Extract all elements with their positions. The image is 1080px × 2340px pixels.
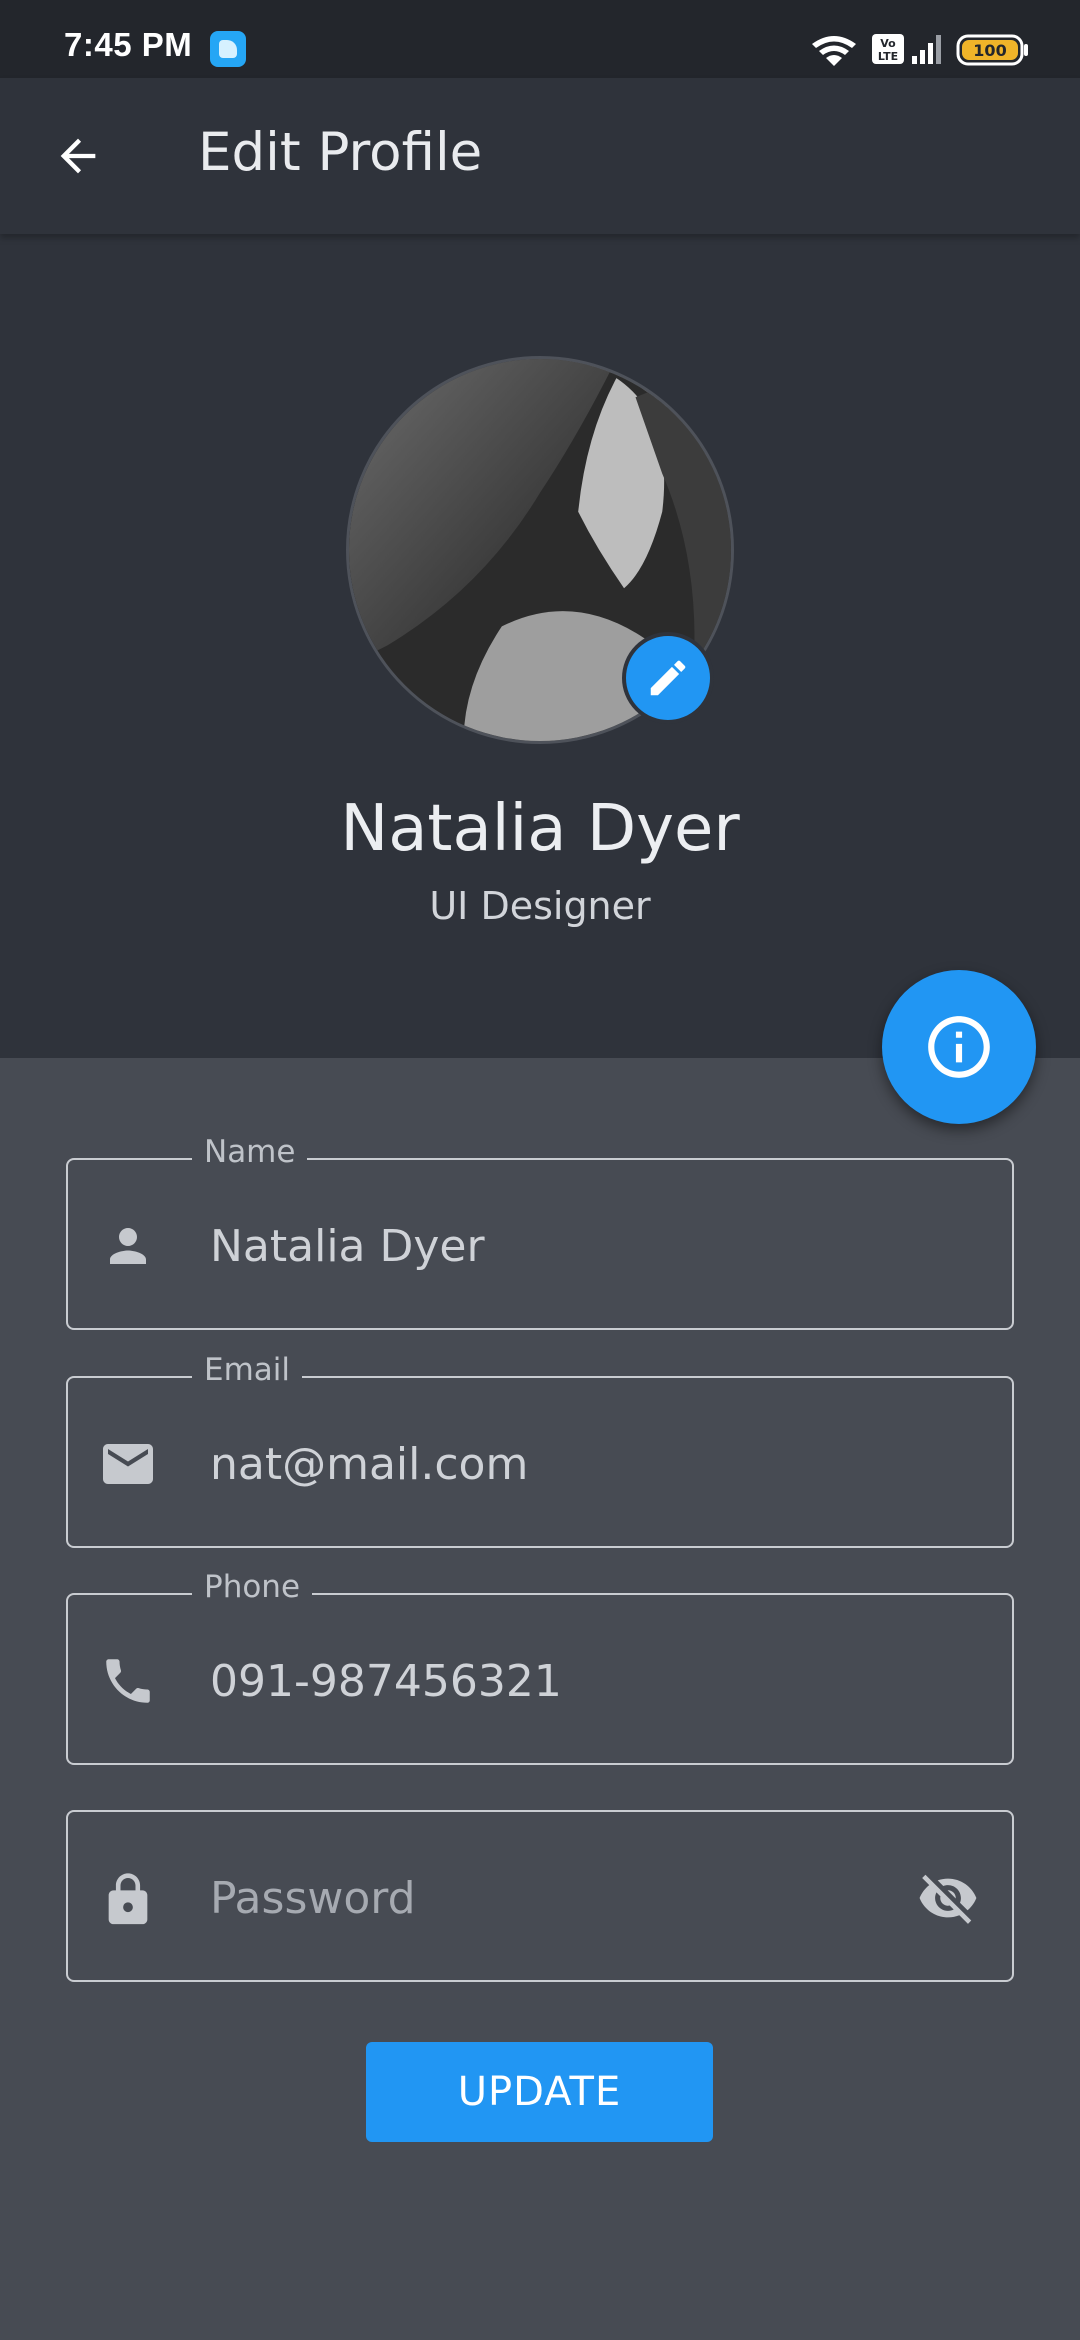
profile-name: Natalia Dyer <box>340 792 740 866</box>
info-button[interactable] <box>882 970 1036 1124</box>
app-bar: Edit Profile <box>0 78 1080 234</box>
svg-text:LTE: LTE <box>878 50 898 63</box>
volte-icon: Vo LTE <box>872 34 904 64</box>
email-label: Email <box>192 1352 303 1388</box>
status-icons: Vo LTE 100 <box>810 30 1040 70</box>
page-title: Edit Profile <box>198 122 483 183</box>
name-input[interactable] <box>198 1208 898 1284</box>
phone-label: Phone <box>192 1569 313 1605</box>
svg-text:Vo: Vo <box>880 37 896 50</box>
battery-icon: 100 <box>956 34 1028 66</box>
password-visibility-toggle[interactable] <box>912 1862 984 1934</box>
email-input[interactable] <box>198 1426 898 1502</box>
status-bar: 7:45 PM Vo LTE 100 <box>0 0 1080 78</box>
password-field <box>66 1810 1014 1982</box>
back-button[interactable] <box>38 120 118 192</box>
app-notification-icon <box>210 31 246 67</box>
wifi-icon <box>812 36 856 66</box>
edit-avatar-button[interactable] <box>622 632 714 724</box>
arrow-back-icon <box>60 138 96 174</box>
phone-field: Phone <box>66 1569 1014 1765</box>
update-button[interactable]: UPDATE <box>366 2042 713 2142</box>
email-field: Email <box>66 1352 1014 1548</box>
phone-input[interactable] <box>198 1643 898 1719</box>
name-label: Name <box>192 1134 308 1170</box>
profile-role: UI Designer <box>429 884 651 928</box>
status-time: 7:45 PM <box>64 26 193 63</box>
mail-icon <box>98 1434 158 1494</box>
info-icon <box>928 1016 990 1078</box>
password-input[interactable] <box>198 1860 898 1936</box>
visibility-off-icon <box>919 1874 977 1924</box>
battery-level: 100 <box>973 41 1006 60</box>
person-icon <box>98 1216 158 1276</box>
phone-icon <box>98 1651 158 1711</box>
lock-icon <box>98 1870 158 1930</box>
signal-icon <box>912 35 941 64</box>
pencil-icon <box>650 660 686 696</box>
name-field: Name <box>66 1134 1014 1330</box>
